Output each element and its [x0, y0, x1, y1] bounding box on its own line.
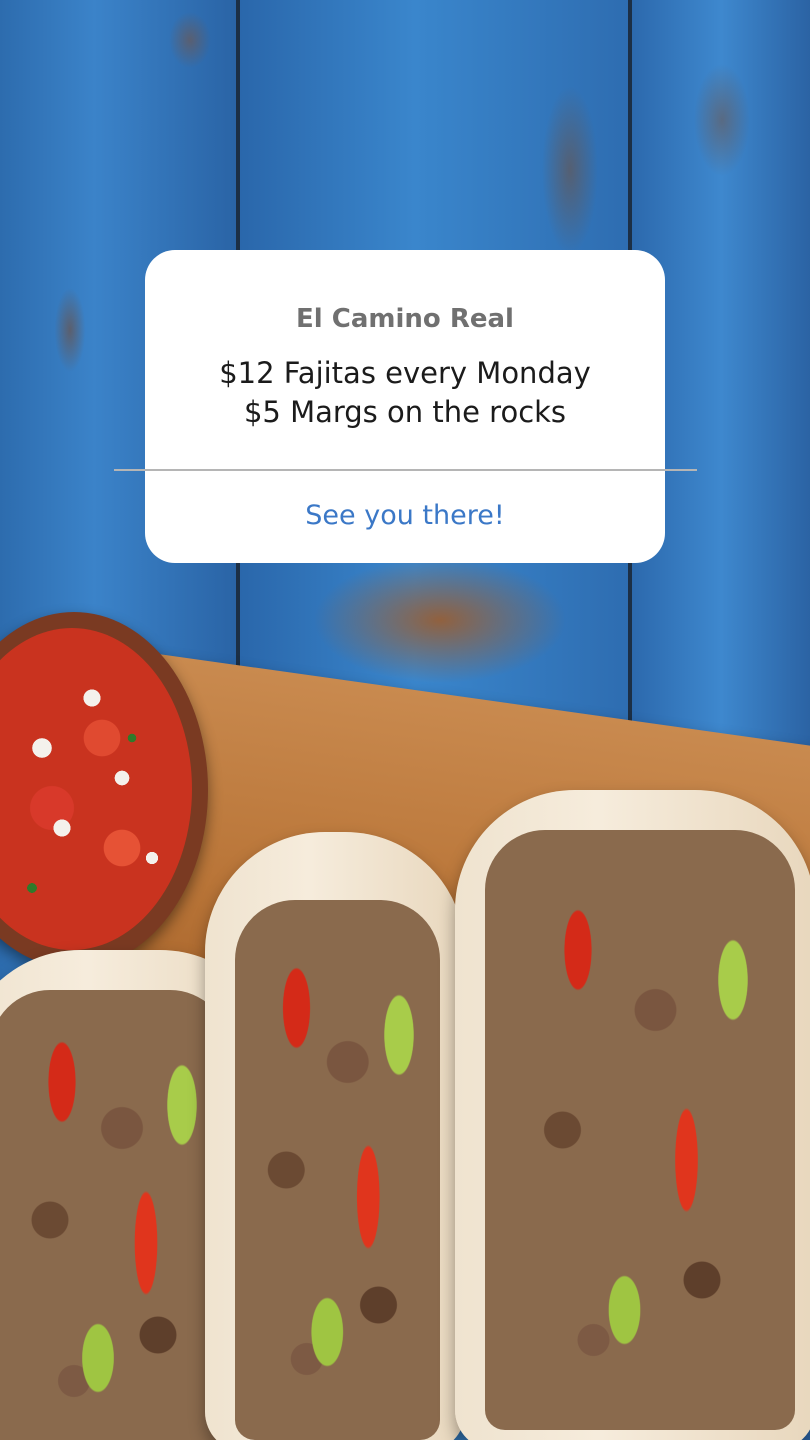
background-photo	[0, 0, 810, 1440]
card-message: $12 Fajitas every Monday $5 Margs on the…	[219, 356, 591, 429]
taco-filling	[485, 830, 795, 1430]
card-title: El Camino Real	[296, 304, 514, 334]
divider	[114, 469, 697, 471]
see-you-there-button[interactable]: See you there!	[145, 500, 665, 531]
taco-filling	[0, 990, 230, 1440]
taco-filling	[235, 900, 440, 1440]
